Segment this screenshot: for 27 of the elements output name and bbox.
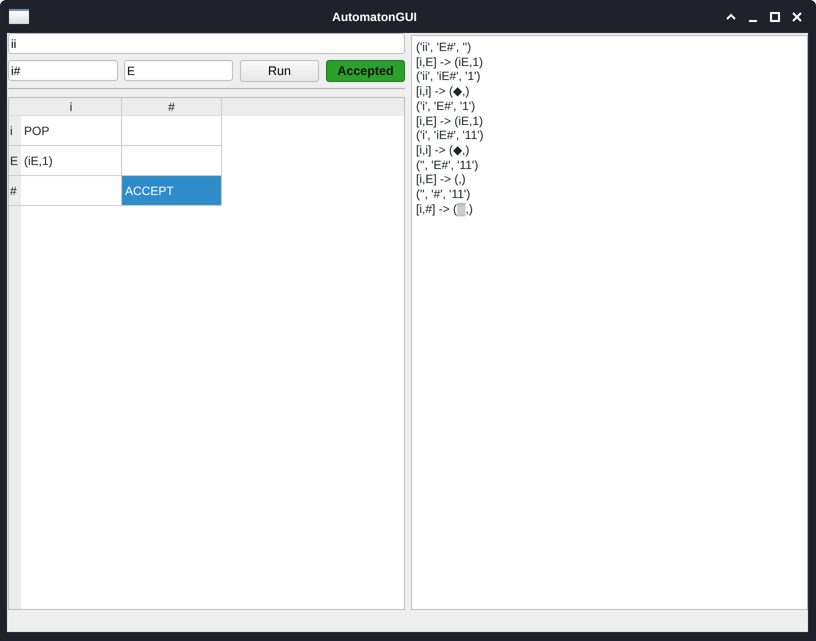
log-line: [i,E] -> (iE,1) <box>416 114 484 128</box>
input-field[interactable]: ii <box>8 33 405 54</box>
log-line: ('', '#', '11') <box>416 187 472 202</box>
app-icon <box>9 9 29 24</box>
log-line: ('', 'E#', '11') <box>416 158 480 172</box>
table-cell[interactable]: ACCEPT <box>122 176 222 206</box>
window-title: AutomatonGUI <box>331 8 418 26</box>
maximize-icon[interactable] <box>769 10 781 22</box>
table-cell[interactable]: (iE,1) <box>21 146 122 176</box>
column-header[interactable]: i <box>21 98 122 116</box>
state-field[interactable]: E <box>124 60 233 81</box>
run-button[interactable]: Run <box>240 60 319 82</box>
log-line: [i,#] -> (▒,) <box>416 202 474 216</box>
log-line: [i,i] -> (◆,) <box>416 142 470 158</box>
result-button[interactable]: Accepted <box>326 60 405 82</box>
log-line: ('i', 'E#', '1') <box>416 98 476 114</box>
log-line: ('i', 'iE#', '11') <box>416 128 485 143</box>
log-line: [i,E] -> (iE,1) <box>416 54 484 70</box>
stack-field[interactable]: i# <box>8 60 118 81</box>
log-line: [i,i] -> (◆,) <box>416 84 470 99</box>
log-line: ('ii', 'E#', '') <box>416 40 472 55</box>
close-icon[interactable] <box>791 10 803 22</box>
log-line: ('ii', 'iE#', '1') <box>416 69 482 84</box>
table-cell[interactable] <box>122 116 222 146</box>
column-header[interactable]: # <box>122 98 222 116</box>
table-cell[interactable]: POP <box>21 116 122 146</box>
log-line: [i,E] -> (,) <box>416 172 467 188</box>
